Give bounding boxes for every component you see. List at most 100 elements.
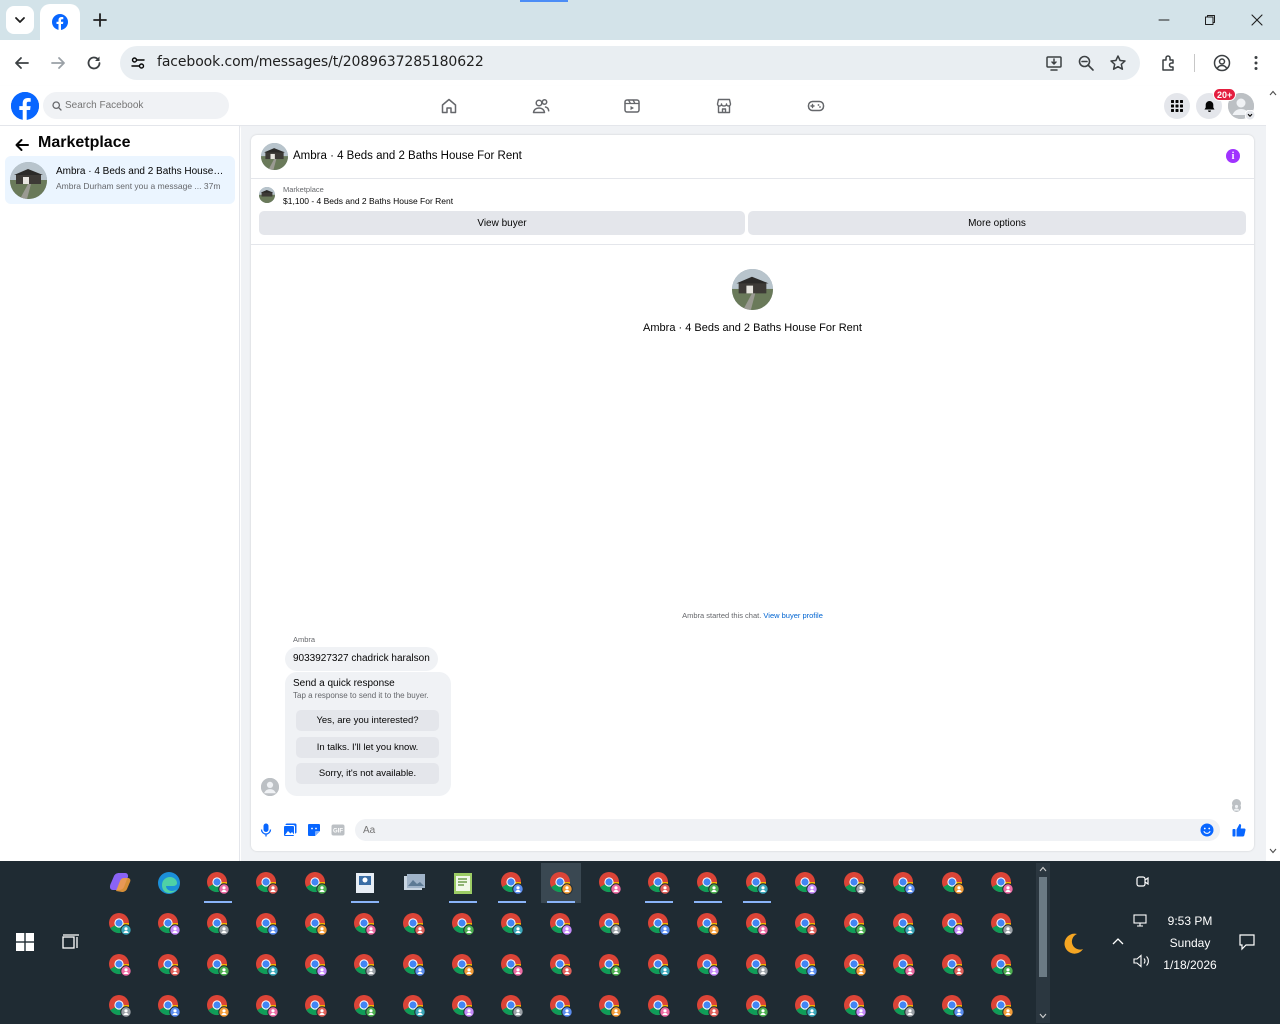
taskbar-app-chrome-profile[interactable] — [443, 986, 483, 1024]
page-scrollbar[interactable] — [1266, 86, 1280, 861]
clock-day[interactable]: Sunday — [1157, 936, 1223, 950]
taskbar-app-chrome-profile[interactable] — [590, 945, 630, 985]
taskbar-app-chrome-profile[interactable] — [835, 945, 875, 985]
taskbar-app-chrome-profile[interactable] — [786, 986, 826, 1024]
taskbar-app-chrome-profile[interactable] — [541, 945, 581, 985]
volume-icon[interactable] — [1133, 954, 1151, 968]
taskbar-app-chrome-profile[interactable] — [149, 904, 189, 944]
taskbar-app-chrome-profile[interactable] — [247, 863, 287, 903]
taskbar-app-chrome-profile[interactable] — [737, 904, 777, 944]
scroll-down-icon[interactable] — [1039, 1013, 1047, 1019]
more-options-button[interactable]: More options — [748, 211, 1246, 235]
intro-avatar[interactable] — [732, 269, 773, 310]
night-mode-moon-icon[interactable] — [1060, 931, 1086, 957]
facebook-search-input[interactable] — [65, 92, 225, 119]
taskbar-app-chrome-profile[interactable] — [198, 986, 238, 1024]
taskbar-app-chrome-profile[interactable] — [982, 945, 1022, 985]
scroll-up-icon[interactable] — [1039, 866, 1047, 872]
forward-button[interactable] — [44, 49, 72, 77]
message-input-box[interactable] — [355, 819, 1220, 841]
url-text[interactable]: facebook.com/messages/t/2089637285180622 — [157, 54, 484, 70]
extensions-button[interactable] — [1155, 49, 1183, 77]
taskbar-app-photos[interactable] — [394, 863, 434, 903]
taskbar-app-notepad[interactable] — [443, 863, 483, 903]
quick-response-button[interactable]: Yes, are you interested? — [296, 710, 439, 731]
taskbar-app-chrome-profile[interactable] — [492, 986, 532, 1024]
taskbar-app-chrome-profile[interactable] — [786, 863, 826, 903]
taskbar-scrollbar[interactable] — [1036, 863, 1050, 1023]
taskbar-app-chrome-profile[interactable] — [884, 986, 924, 1024]
taskbar-app-chrome-profile[interactable] — [394, 986, 434, 1024]
taskbar-app-chrome-profile[interactable] — [933, 904, 973, 944]
emoji-icon[interactable] — [1200, 823, 1214, 837]
taskbar-app-chrome-profile[interactable] — [100, 986, 140, 1024]
gif-button[interactable]: GIF — [330, 822, 346, 838]
address-bar[interactable]: facebook.com/messages/t/2089637285180622 — [120, 46, 1140, 80]
view-buyer-profile-link[interactable]: View buyer profile — [763, 611, 822, 620]
chat-avatar[interactable] — [261, 143, 288, 170]
reload-button[interactable] — [80, 49, 108, 77]
taskbar-app-chrome-profile[interactable] — [296, 863, 336, 903]
taskbar-app-chrome-profile[interactable] — [100, 945, 140, 985]
install-app-button[interactable] — [1040, 49, 1068, 77]
taskbar-app-chrome-profile[interactable] — [149, 986, 189, 1024]
taskbar-app-chrome-profile[interactable] — [492, 863, 532, 903]
taskbar-app-chrome-profile[interactable] — [737, 863, 777, 903]
taskbar-app-chrome-profile[interactable] — [590, 904, 630, 944]
taskbar-app-chrome-profile[interactable] — [394, 945, 434, 985]
attach-photo-button[interactable] — [282, 822, 298, 838]
taskbar-app-chrome-profile[interactable] — [198, 945, 238, 985]
restore-button[interactable] — [1188, 6, 1232, 34]
scrollbar-thumb[interactable] — [1039, 877, 1047, 977]
quick-response-button[interactable]: Sorry, it's not available. — [296, 763, 439, 784]
send-like-button[interactable] — [1231, 822, 1247, 838]
taskbar-app-chrome-profile[interactable] — [786, 945, 826, 985]
clock-date[interactable]: 1/18/2026 — [1157, 958, 1223, 972]
taskbar-app-chrome-profile[interactable] — [590, 986, 630, 1024]
taskbar-app-chrome-profile[interactable] — [198, 863, 238, 903]
bookmark-button[interactable] — [1104, 49, 1132, 77]
view-buyer-button[interactable]: View buyer — [259, 211, 745, 235]
profile-button[interactable] — [1208, 49, 1236, 77]
taskbar-app-chrome-profile[interactable] — [933, 863, 973, 903]
browser-menu-button[interactable] — [1242, 49, 1270, 77]
new-tab-button[interactable] — [88, 6, 112, 34]
taskbar-app-chrome-profile[interactable] — [884, 945, 924, 985]
taskbar-app-chrome-profile[interactable] — [688, 945, 728, 985]
scroll-up-icon[interactable] — [1269, 90, 1277, 96]
scroll-down-icon[interactable] — [1269, 848, 1277, 854]
taskbar-app-chrome-profile[interactable] — [541, 904, 581, 944]
taskbar-app-chrome-profile[interactable] — [688, 904, 728, 944]
menu-button[interactable] — [1164, 93, 1190, 119]
taskbar-app-chrome-profile[interactable] — [982, 986, 1022, 1024]
taskbar-app-chrome-profile[interactable] — [835, 986, 875, 1024]
quick-response-button[interactable]: In talks. I'll let you know. — [296, 737, 439, 758]
taskbar-app-chrome-profile[interactable] — [394, 904, 434, 944]
back-to-marketplace-button[interactable] — [12, 135, 32, 155]
conversation-info-button[interactable]: i — [1226, 149, 1240, 163]
taskbar-app-chrome-profile[interactable] — [345, 904, 385, 944]
taskbar-app-chrome-profile[interactable] — [982, 904, 1022, 944]
taskbar-app-chrome-profile[interactable] — [296, 904, 336, 944]
taskbar-app-chrome-profile[interactable] — [639, 986, 679, 1024]
listing-small-thumbnail[interactable] — [259, 187, 275, 203]
taskbar-app-chrome-profile[interactable] — [296, 986, 336, 1024]
taskbar-app-chrome-profile[interactable] — [247, 945, 287, 985]
action-center-icon[interactable] — [1238, 933, 1256, 951]
nav-marketplace[interactable] — [712, 94, 736, 118]
taskbar-app-chrome-profile[interactable] — [737, 986, 777, 1024]
minimize-button[interactable] — [1142, 6, 1186, 34]
taskbar-app-chrome-profile[interactable] — [198, 904, 238, 944]
facebook-search-box[interactable] — [43, 92, 229, 119]
listing-price-title[interactable]: $1,100 - 4 Beds and 2 Baths House For Re… — [283, 196, 453, 206]
facebook-logo[interactable] — [11, 92, 39, 120]
sender-avatar[interactable] — [261, 778, 279, 796]
taskbar-app-edge[interactable] — [149, 863, 189, 903]
start-button[interactable] — [10, 927, 40, 957]
chat-title[interactable]: Ambra · 4 Beds and 2 Baths House For Ren… — [293, 150, 522, 162]
taskbar-app-chrome-profile[interactable] — [590, 863, 630, 903]
network-icon[interactable] — [1133, 914, 1149, 928]
taskbar-app-chrome-profile[interactable] — [443, 945, 483, 985]
taskbar-app-chrome-profile[interactable] — [296, 945, 336, 985]
taskbar-app-chrome-profile[interactable] — [737, 945, 777, 985]
